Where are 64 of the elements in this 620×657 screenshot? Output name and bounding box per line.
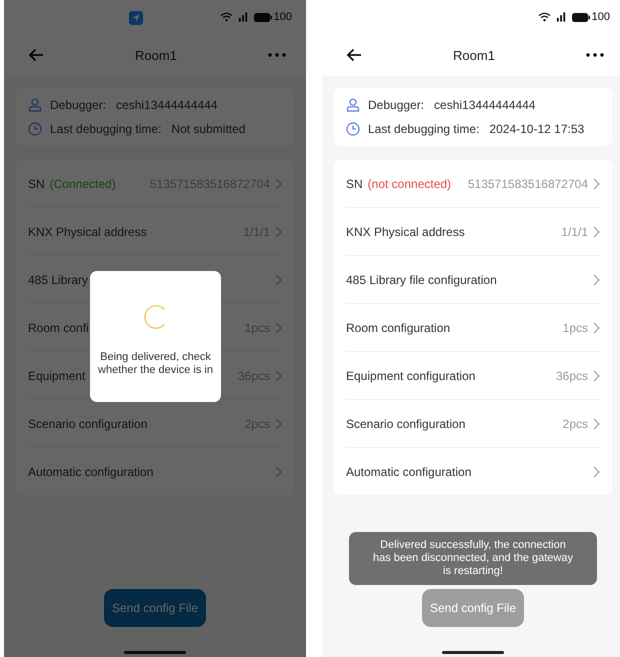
chevron-right-icon[interactable] bbox=[593, 322, 600, 334]
more-options-icon[interactable] bbox=[586, 53, 604, 57]
row-label[interactable]: Equipment bbox=[28, 368, 86, 382]
send-config-button[interactable]: Send config File bbox=[104, 589, 206, 627]
row-value: 1/1/1 bbox=[561, 224, 588, 238]
battery-level: 100 bbox=[592, 11, 610, 23]
battery-icon bbox=[254, 12, 272, 22]
chevron-right-icon[interactable] bbox=[275, 418, 282, 430]
row-value: 1pcs bbox=[562, 320, 588, 334]
chevron-right-icon[interactable] bbox=[275, 178, 282, 190]
toast-message: Delivered successfully, the connection has been disconnected, and the gateway is restarting! bbox=[349, 532, 597, 585]
chevron-right-icon[interactable] bbox=[275, 466, 282, 478]
connection-status: (not connected) bbox=[368, 176, 452, 190]
info-label: Debugger: bbox=[50, 98, 106, 112]
signal-icon bbox=[238, 12, 249, 22]
home-indicator bbox=[124, 651, 186, 654]
row-label[interactable]: Scenario configuration bbox=[28, 416, 148, 430]
row-label[interactable]: SN bbox=[28, 176, 45, 190]
chevron-right-icon[interactable] bbox=[593, 178, 600, 190]
row-value: 2pcs bbox=[562, 416, 588, 430]
user-icon bbox=[346, 98, 360, 112]
info-value: ceshi13444444444 bbox=[116, 98, 218, 112]
chevron-right-icon[interactable] bbox=[593, 466, 600, 478]
chevron-right-icon[interactable] bbox=[275, 274, 282, 286]
row-label[interactable]: KNX Physical address bbox=[28, 224, 147, 238]
dialog-message: Being delivered, check whether the device is in bbox=[97, 351, 214, 377]
info-value: Not submitted bbox=[171, 122, 246, 136]
wifi-icon bbox=[538, 12, 551, 22]
info-label: Last debugging time: bbox=[368, 122, 480, 136]
chevron-right-icon[interactable] bbox=[593, 418, 600, 430]
row-label[interactable]: SN bbox=[346, 176, 363, 190]
chevron-right-icon[interactable] bbox=[275, 322, 282, 334]
row-label[interactable]: Room confi bbox=[28, 320, 89, 334]
row-value: 36pcs bbox=[556, 368, 588, 382]
row-label[interactable]: Automatic configuration bbox=[28, 464, 154, 478]
battery-icon bbox=[572, 12, 590, 22]
row-label[interactable]: Automatic configuration bbox=[346, 464, 472, 478]
clock-icon bbox=[346, 122, 360, 136]
row-label[interactable]: Room configuration bbox=[346, 320, 450, 334]
info-value: ceshi13444444444 bbox=[434, 98, 536, 112]
connection-status: (Connected) bbox=[50, 176, 116, 190]
row-label[interactable]: Scenario configuration bbox=[346, 416, 466, 430]
row-label[interactable]: 485 Library file configuration bbox=[346, 272, 497, 286]
info-value: 2024-10-12 17:53 bbox=[489, 122, 584, 136]
row-label[interactable]: KNX Physical address bbox=[346, 224, 465, 238]
back-arrow-icon[interactable] bbox=[346, 48, 362, 62]
page-title: Room1 bbox=[135, 48, 177, 62]
chevron-right-icon[interactable] bbox=[275, 370, 282, 382]
chevron-right-icon[interactable] bbox=[593, 370, 600, 382]
info-label: Debugger: bbox=[368, 98, 424, 112]
row-value: 513571583516872704 bbox=[468, 176, 588, 190]
chevron-right-icon[interactable] bbox=[593, 226, 600, 238]
chevron-right-icon[interactable] bbox=[275, 226, 282, 238]
row-label[interactable]: Equipment configuration bbox=[346, 368, 476, 382]
wifi-icon bbox=[220, 12, 233, 22]
user-icon bbox=[28, 98, 42, 112]
page-title: Room1 bbox=[453, 48, 495, 62]
row-label[interactable]: 485 Library bbox=[28, 272, 88, 286]
chevron-right-icon[interactable] bbox=[593, 274, 600, 286]
home-indicator bbox=[442, 651, 504, 654]
info-label: Last debugging time: bbox=[50, 122, 162, 136]
battery-level: 100 bbox=[274, 11, 292, 23]
clock-icon bbox=[28, 122, 42, 136]
signal-icon bbox=[556, 12, 567, 22]
